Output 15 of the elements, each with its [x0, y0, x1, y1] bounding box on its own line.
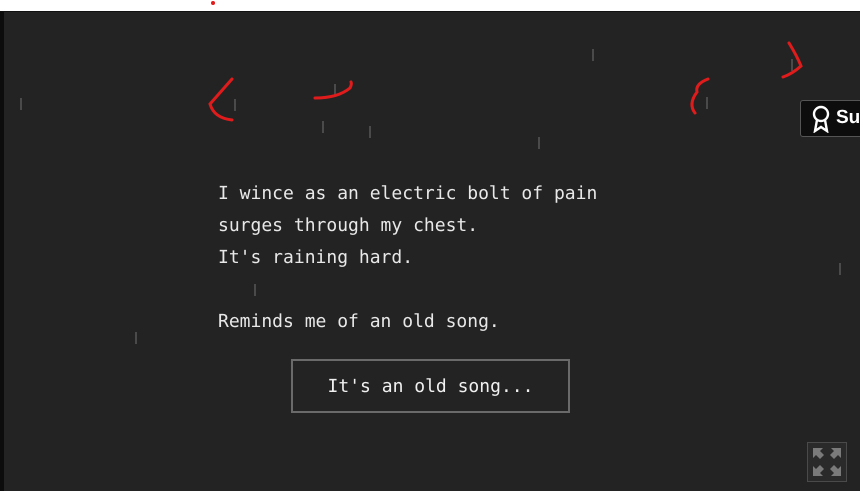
annotation-dot	[211, 1, 215, 5]
story-line: surges through my chest.	[218, 214, 480, 238]
story-line: I wince as an electric bolt of pain	[218, 182, 598, 206]
achievement-badge[interactable]: Su	[800, 100, 860, 137]
expand-icon	[812, 447, 842, 477]
scribble-mark	[782, 42, 802, 78]
badge-label: Su	[836, 106, 860, 130]
scribble-mark	[208, 78, 234, 122]
fullscreen-button[interactable]	[807, 442, 847, 482]
ribbon-icon	[811, 104, 831, 132]
choice-button[interactable]: It's an old song...	[291, 359, 570, 413]
story-line: Reminds me of an old song.	[218, 310, 501, 334]
scribble-mark	[690, 78, 710, 114]
scribble-mark	[314, 80, 353, 100]
story-line: It's raining hard.	[218, 246, 414, 270]
